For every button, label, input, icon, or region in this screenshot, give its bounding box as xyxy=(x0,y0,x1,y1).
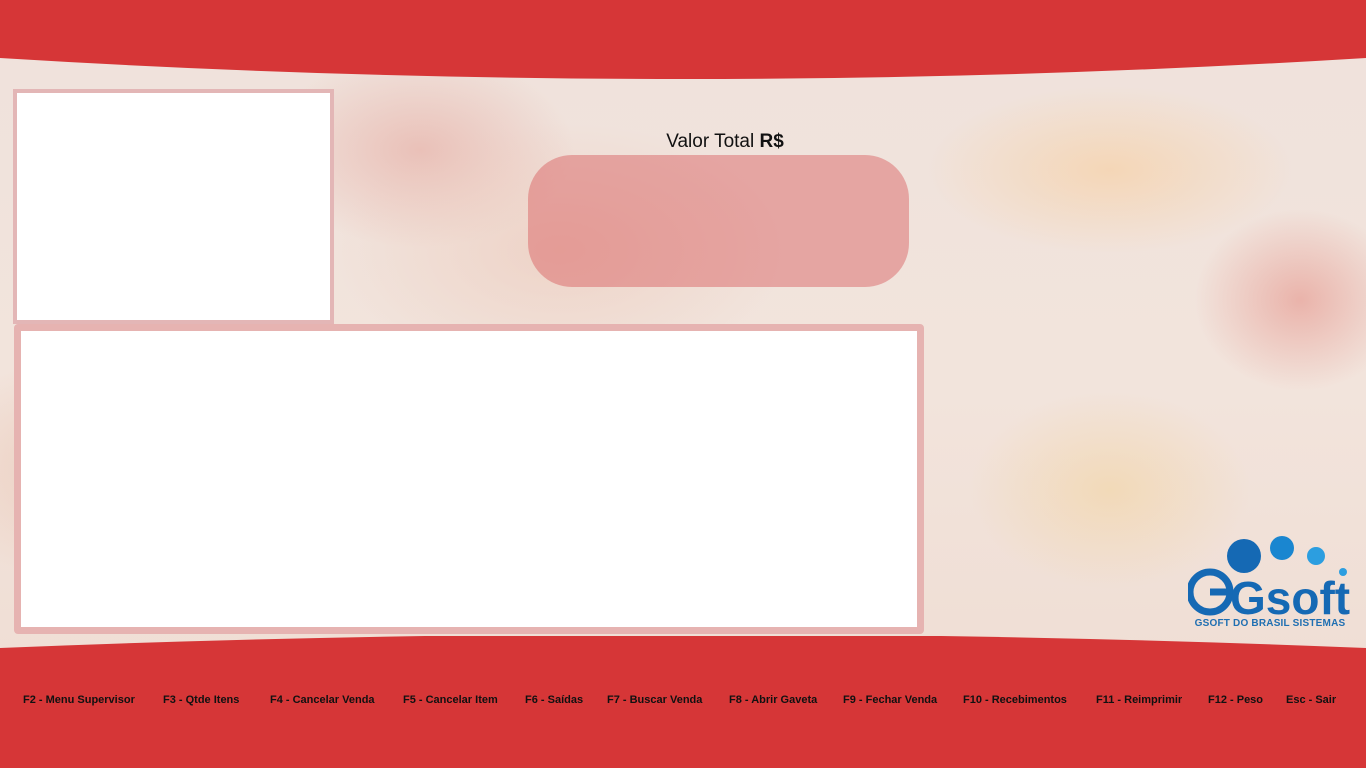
logo-text: Gsoft xyxy=(1230,572,1350,624)
total-value-box xyxy=(528,155,909,287)
total-label-text: Valor Total xyxy=(666,131,755,152)
f7-buscar-venda[interactable]: F7 - Buscar Venda xyxy=(607,694,702,706)
product-image-area xyxy=(17,93,330,320)
total-label: Valor Total R$ xyxy=(640,131,810,153)
f5-cancelar-item[interactable]: F5 - Cancelar Item xyxy=(403,694,498,706)
items-list-panel[interactable] xyxy=(14,324,924,634)
f4-cancelar-venda[interactable]: F4 - Cancelar Venda xyxy=(270,694,375,706)
f12-peso[interactable]: F12 - Peso xyxy=(1208,694,1263,706)
total-currency: R$ xyxy=(759,131,784,152)
f3-qtde-itens[interactable]: F3 - Qtde Itens xyxy=(163,694,239,706)
top-banner xyxy=(0,0,1366,80)
f11-reimprimir[interactable]: F11 - Reimprimir xyxy=(1096,694,1182,706)
logo-subtitle: GSOFT DO BRASIL SISTEMAS xyxy=(1194,618,1346,629)
product-image-panel xyxy=(13,89,334,324)
f9-fechar-venda[interactable]: F9 - Fechar Venda xyxy=(843,694,937,706)
function-key-bar: F2 - Menu Supervisor F3 - Qtde Itens F4 … xyxy=(0,694,1366,714)
f8-abrir-gaveta[interactable]: F8 - Abrir Gaveta xyxy=(729,694,817,706)
esc-sair[interactable]: Esc - Sair xyxy=(1286,694,1336,706)
f2-menu-supervisor[interactable]: F2 - Menu Supervisor xyxy=(23,694,135,706)
f6-saidas[interactable]: F6 - Saídas xyxy=(525,694,583,706)
f10-recebimentos[interactable]: F10 - Recebimentos xyxy=(963,694,1067,706)
